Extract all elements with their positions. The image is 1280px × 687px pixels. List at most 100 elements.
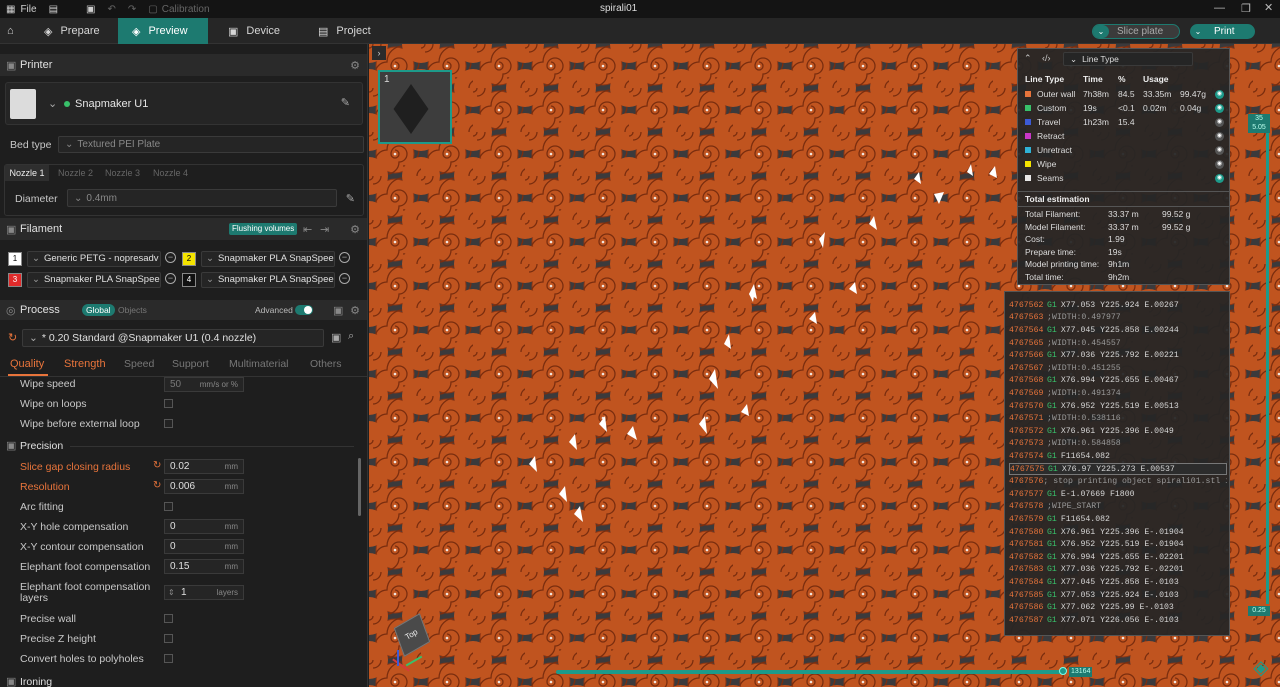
- filament-select[interactable]: ⌄ Generic PETG - nopresadv: [27, 251, 161, 267]
- wipe-speed-input[interactable]: 50 mm/s or %: [164, 377, 244, 392]
- gcode-line[interactable]: 4767567 ;WIDTH:0.451255: [1009, 362, 1227, 375]
- layer-slider-track[interactable]: [1266, 130, 1269, 604]
- tab-others[interactable]: Others: [310, 358, 342, 370]
- objects-toggle[interactable]: Objects: [118, 305, 147, 315]
- tab-nozzle-4[interactable]: Nozzle 4: [153, 168, 188, 178]
- slice-plate-button[interactable]: ⌄ Slice plate: [1092, 24, 1180, 39]
- gcode-line[interactable]: 4767573 ;WIDTH:0.584858: [1009, 438, 1227, 451]
- gcode-line[interactable]: 4767576; stop printing object spirali01.…: [1009, 475, 1227, 488]
- gcode-viewer[interactable]: 4767562 G1 X77.053 Y225.924 E.00267 4767563…: [1004, 291, 1230, 636]
- gcode-line[interactable]: 4767564 G1 X77.045 Y225.858 E.00244: [1009, 324, 1227, 337]
- flushing-volumes-button[interactable]: Flushing volumes: [229, 223, 298, 235]
- settings-icon[interactable]: ⚙: [350, 59, 360, 72]
- export-icon[interactable]: ⇥: [320, 223, 329, 236]
- advanced-switch[interactable]: [295, 305, 313, 315]
- diameter-select[interactable]: ⌄ 0.4mm: [67, 189, 337, 207]
- process-preset-select[interactable]: ⌄ * 0.20 Standard @Snapmaker U1 (0.4 nozz…: [22, 329, 324, 347]
- maximize-button[interactable]: ❐: [1241, 2, 1251, 15]
- printer-card[interactable]: ⌄ Snapmaker U1 ✎: [5, 82, 363, 125]
- xy-hole-input[interactable]: 0 mm: [164, 519, 244, 534]
- view-type-select[interactable]: ⌄ Line Type: [1063, 52, 1193, 66]
- layers-stack-icon[interactable]: ◈: [1249, 656, 1273, 680]
- save-icon[interactable]: ▣: [331, 331, 341, 344]
- code-icon[interactable]: ‹/›: [1042, 53, 1051, 63]
- save-icon[interactable]: ▣: [80, 0, 101, 18]
- gcode-line[interactable]: 4767571 ;WIDTH:0.538116: [1009, 412, 1227, 425]
- visibility-eye-icon[interactable]: ◉: [1215, 103, 1224, 113]
- collapse-panel-button[interactable]: ›: [372, 46, 386, 60]
- gcode-line[interactable]: 4767563 ;WIDTH:0.497977: [1009, 312, 1227, 325]
- gcode-line[interactable]: 4767575 G1 X76.97 Y225.273 E.00537: [1009, 462, 1227, 476]
- global-toggle[interactable]: Global: [82, 304, 115, 316]
- toolbar-layout-icon[interactable]: ▤: [43, 0, 64, 18]
- edit-icon[interactable]: ✎: [341, 96, 350, 109]
- filament-slot-number[interactable]: 3: [8, 273, 22, 287]
- tab-device[interactable]: ▣ Device: [214, 18, 294, 44]
- gcode-line[interactable]: 4767565 ;WIDTH:0.454557: [1009, 337, 1227, 350]
- gcode-line[interactable]: 4767585 G1 X77.053 Y225.924 E-.0103: [1009, 589, 1227, 602]
- home-icon[interactable]: ⌂: [0, 18, 21, 44]
- wipe-before-checkbox[interactable]: [164, 419, 173, 428]
- print-button[interactable]: ⌄ Print: [1190, 24, 1255, 39]
- gcode-line[interactable]: 4767578 ;WIPE_START: [1009, 501, 1227, 514]
- search-icon[interactable]: ⌕: [348, 330, 354, 343]
- tab-multimaterial[interactable]: Multimaterial: [229, 358, 289, 370]
- filament-slot-number[interactable]: 4: [182, 273, 196, 287]
- gcode-line[interactable]: 4767566 G1 X77.036 Y225.792 E.00221: [1009, 349, 1227, 362]
- gcode-line[interactable]: 4767581 G1 X76.952 Y225.519 E-.01904: [1009, 538, 1227, 551]
- gcode-line[interactable]: 4767574 G1 F11654.082: [1009, 450, 1227, 463]
- gcode-line[interactable]: 4767577 G1 E-1.07669 F1800: [1009, 488, 1227, 501]
- plate-thumbnail[interactable]: 1: [378, 70, 452, 144]
- arc-fitting-checkbox[interactable]: [164, 502, 173, 511]
- filament-slot-number[interactable]: 1: [8, 252, 22, 266]
- filament-select[interactable]: ⌄ Snapmaker PLA SnapSpeed: [27, 272, 161, 288]
- visibility-eye-icon[interactable]: ◉: [1215, 117, 1224, 127]
- stepper-icon[interactable]: ⇕: [168, 588, 175, 597]
- remove-filament-icon[interactable]: −: [165, 273, 176, 284]
- filament-select[interactable]: ⌄ Snapmaker PLA SnapSpeed: [201, 272, 335, 288]
- remove-filament-icon[interactable]: −: [339, 273, 350, 284]
- move-slider-handle[interactable]: [1059, 667, 1067, 675]
- tab-nozzle-1[interactable]: Nozzle 1: [5, 165, 49, 181]
- tab-project[interactable]: ▤ Project: [304, 18, 385, 44]
- undo-icon[interactable]: ↶: [101, 0, 121, 18]
- gcode-line[interactable]: 4767580 G1 X76.961 Y225.396 E-.01904: [1009, 526, 1227, 539]
- visibility-eye-icon[interactable]: ◉: [1215, 173, 1224, 183]
- move-slider-track[interactable]: [556, 670, 1064, 674]
- convert-holes-checkbox[interactable]: [164, 654, 173, 663]
- gcode-line[interactable]: 4767587 G1 X77.071 Y226.056 E-.0103: [1009, 614, 1227, 627]
- remove-filament-icon[interactable]: −: [339, 252, 350, 263]
- elephant-foot-input[interactable]: 0.15 mm: [164, 559, 244, 574]
- precise-wall-checkbox[interactable]: [164, 614, 173, 623]
- wipe-on-loops-checkbox[interactable]: [164, 399, 173, 408]
- tab-nozzle-2[interactable]: Nozzle 2: [58, 168, 93, 178]
- compare-icon[interactable]: ▣: [333, 304, 343, 317]
- elephant-layers-input[interactable]: ⇕ 1 layers: [164, 585, 244, 600]
- close-button[interactable]: ✕: [1264, 1, 1273, 14]
- resolution-input[interactable]: 0.006 mm: [164, 479, 244, 494]
- gcode-line[interactable]: 4767584 G1 X77.045 Y225.858 E-.0103: [1009, 576, 1227, 589]
- gcode-line[interactable]: 4767579 G1 F11654.082: [1009, 513, 1227, 526]
- settings-icon[interactable]: ⚙: [350, 223, 360, 236]
- gcode-line[interactable]: 4767568 G1 X76.994 Y225.655 E.00467: [1009, 375, 1227, 388]
- tab-prepare[interactable]: ◈ Prepare: [30, 18, 114, 44]
- collapse-icon[interactable]: ⌃: [1024, 53, 1032, 64]
- reset-icon[interactable]: ↻: [153, 480, 161, 491]
- gcode-line[interactable]: 4767569 ;WIDTH:0.491374: [1009, 387, 1227, 400]
- bed-type-select[interactable]: ⌄ Textured PEI Plate: [58, 136, 364, 153]
- precise-z-checkbox[interactable]: [164, 634, 173, 643]
- panel-scrollbar[interactable]: [358, 458, 361, 516]
- visibility-eye-icon[interactable]: ◉: [1215, 131, 1224, 141]
- minimize-button[interactable]: —: [1214, 2, 1225, 14]
- redo-icon[interactable]: ↷: [122, 0, 142, 18]
- tab-speed[interactable]: Speed: [124, 358, 154, 370]
- slice-gap-input[interactable]: 0.02 mm: [164, 459, 244, 474]
- tab-quality[interactable]: Quality: [10, 358, 44, 370]
- visibility-eye-icon[interactable]: ◉: [1215, 145, 1224, 155]
- tab-support[interactable]: Support: [172, 358, 209, 370]
- filament-slot-number[interactable]: 2: [182, 252, 196, 266]
- remove-filament-icon[interactable]: −: [165, 252, 176, 263]
- gcode-line[interactable]: 4767583 G1 X77.036 Y225.792 E-.02201: [1009, 564, 1227, 577]
- gcode-line[interactable]: 4767572 G1 X76.961 Y225.396 E.0049: [1009, 425, 1227, 438]
- file-menu[interactable]: ▦ File: [0, 0, 43, 18]
